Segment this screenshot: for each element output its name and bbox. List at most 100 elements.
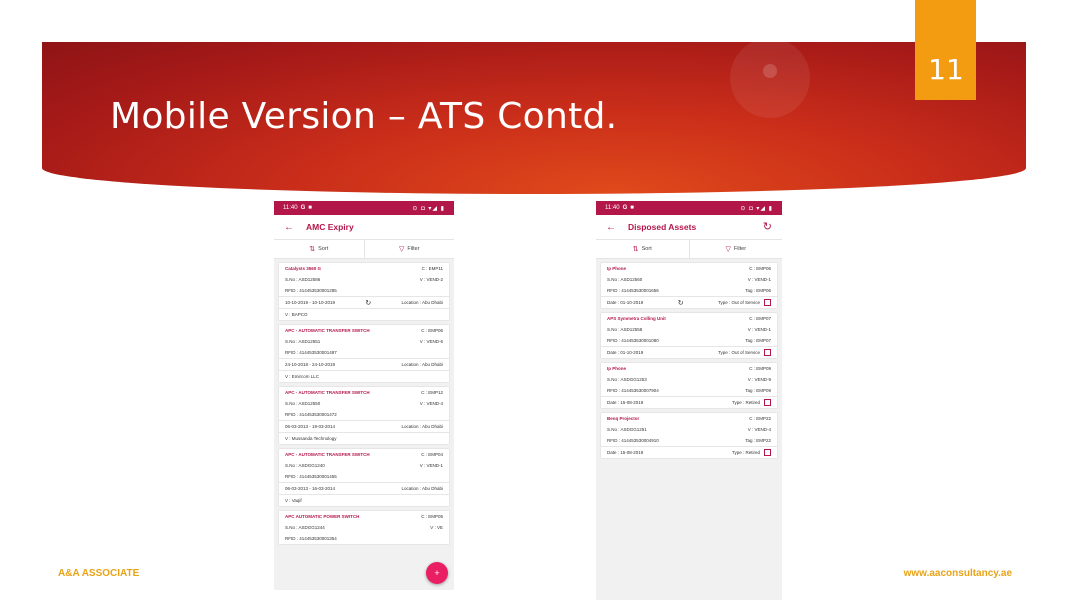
serial-number: S.No : ASD12550 bbox=[285, 401, 321, 406]
asset-code: C : EMP06 bbox=[749, 266, 771, 271]
vendor-code: V : VEND-4 bbox=[747, 427, 771, 432]
refresh-icon[interactable]: ↻ bbox=[763, 220, 772, 233]
list-item[interactable]: APC AUTOMATIC POWER SWITCH C : EMP05 S.No… bbox=[279, 511, 449, 544]
disposal-date: Date : 15-08-2019 bbox=[607, 450, 644, 455]
list-item[interactable]: APC - AUTOMATIC TRANSFER SWITCH C : EMP12… bbox=[279, 387, 449, 444]
filter-label: Filter bbox=[733, 246, 747, 252]
vendor-name: V : BAPCO bbox=[285, 312, 308, 317]
list-item[interactable]: Ip Phone C : EMP09 S.No : ASDGG1253 V : VE… bbox=[601, 363, 777, 408]
refresh-icon[interactable]: ↻ bbox=[678, 299, 684, 307]
asset-list: Catalysts 3560 G C : EMP11 S.No : ASD1258… bbox=[274, 259, 454, 544]
select-checkbox[interactable] bbox=[764, 399, 771, 406]
filter-icon: ▽ bbox=[725, 246, 731, 253]
sort-filter-bar: ⇅ Sort ▽ Filter bbox=[274, 239, 454, 259]
sort-button[interactable]: ⇅ Sort bbox=[274, 240, 364, 258]
disposal-date: Date : 15-08-2019 bbox=[607, 400, 644, 405]
asset-code: C : EMP12 bbox=[421, 390, 443, 395]
asset-name: APC - AUTOMATIC TRANSFER SWITCH bbox=[285, 328, 370, 333]
rfid: RFID : 414453530001472 bbox=[285, 412, 337, 417]
serial-number: S.No : ASDGG1240 bbox=[285, 463, 325, 468]
screen-title: AMC Expiry bbox=[306, 222, 354, 232]
sort-label: Sort bbox=[641, 246, 652, 252]
sort-label: Sort bbox=[318, 246, 329, 252]
asset-code: C : EMP06 bbox=[421, 328, 443, 333]
tag: Tag : EMP06 bbox=[745, 288, 771, 293]
back-arrow-icon[interactable]: ← bbox=[284, 222, 306, 233]
select-checkbox[interactable] bbox=[764, 349, 771, 356]
list-item[interactable]: APC - AUTOMATIC TRANSFER SWITCH C : EMP04… bbox=[279, 449, 449, 506]
location: Location : Abu Dhabi bbox=[401, 486, 443, 491]
asset-name: Benq Projector bbox=[607, 416, 640, 421]
serial-number: S.No : ASDGG1253 bbox=[607, 377, 647, 382]
rfid: RFID : 414453530001285 bbox=[285, 288, 337, 293]
asset-name: Ip Phone bbox=[607, 266, 626, 271]
rfid: RFID : 414453530004910 bbox=[607, 438, 659, 443]
decorative-dot bbox=[763, 64, 777, 78]
vendor-name: V : Mussanda Technology bbox=[285, 436, 337, 441]
add-fab-button[interactable]: + bbox=[426, 562, 448, 584]
serial-number: S.No : ASDGG1251 bbox=[607, 427, 647, 432]
rfid: RFID : 414453530001080 bbox=[607, 338, 659, 343]
disposal-type: Type : Out of Service bbox=[717, 300, 760, 305]
amc-dates: 24-10-2018 - 24-10-2019 bbox=[285, 362, 336, 367]
tag: Tag : EMP22 bbox=[745, 438, 771, 443]
sort-icon: ⇅ bbox=[632, 246, 639, 253]
sort-filter-bar: ⇅ Sort ▽ Filter bbox=[596, 239, 782, 259]
filter-button[interactable]: ▽ Filter bbox=[688, 240, 783, 258]
asset-name: APC - AUTOMATIC TRANSFER SWITCH bbox=[285, 390, 370, 395]
phone-screenshot-amc-expiry: 11:40 G ■ ⊙ ◘ ▾◢ ▮ ← AMC Expiry ⇅ Sort ▽ Fil… bbox=[274, 201, 454, 590]
filter-button[interactable]: ▽ Filter bbox=[363, 240, 455, 258]
rfid: RFID : 414453530001354 bbox=[285, 536, 337, 541]
app-bar: ← Disposed Assets ↻ bbox=[596, 215, 782, 239]
footer-website: www.aaconsultancy.ae bbox=[903, 568, 1012, 579]
phone-screenshot-disposed-assets: 11:40 G ■ ⊙ ◘ ▾◢ ▮ ← Disposed Assets ↻ ⇅ So… bbox=[596, 201, 782, 600]
amc-dates: 10-10-2019 - 10-10-2019 bbox=[285, 300, 336, 305]
rfid: RFID : 414453530007904 bbox=[607, 388, 659, 393]
google-icon: G bbox=[622, 205, 628, 211]
disposal-type: Type : Retired bbox=[731, 400, 760, 405]
serial-number: S.No : ASDGG1244 bbox=[285, 525, 325, 530]
rfid: RFID : 414453530001455 bbox=[285, 474, 337, 479]
asset-name: Ip Phone bbox=[607, 366, 626, 371]
select-checkbox[interactable] bbox=[764, 299, 771, 306]
location: Location : Abu Dhabi bbox=[401, 300, 443, 305]
rfid: RFID : 414453530001487 bbox=[285, 350, 337, 355]
status-icons: ⊙ ◘ ▾◢ ▮ bbox=[412, 205, 445, 212]
sort-button[interactable]: ⇅ Sort bbox=[596, 240, 689, 258]
asset-code: C : EMP05 bbox=[421, 514, 443, 519]
status-time: 11:40 bbox=[283, 205, 298, 211]
back-arrow-icon[interactable]: ← bbox=[606, 222, 628, 233]
asset-name: APC - AUTOMATIC TRANSFER SWITCH bbox=[285, 452, 370, 457]
asset-name: Catalysts 3560 G bbox=[285, 266, 322, 271]
status-bar: 11:40 G ■ ⊙ ◘ ▾◢ ▮ bbox=[274, 201, 454, 215]
serial-number: S.No : ASD12551 bbox=[285, 339, 321, 344]
disposal-date: Date : 01-10-2019 bbox=[607, 350, 644, 355]
vendor-code: V : VEND-1 bbox=[747, 327, 771, 332]
list-item[interactable]: Ip Phone C : EMP06 S.No : ASD12560 V : VEN… bbox=[601, 263, 777, 308]
vendor-name: V : Vaqif bbox=[285, 498, 302, 503]
tag: Tag : EMP07 bbox=[745, 338, 771, 343]
select-checkbox[interactable] bbox=[764, 449, 771, 456]
list-item[interactable]: Catalysts 3560 G C : EMP11 S.No : ASD1258… bbox=[279, 263, 449, 320]
page-number-tab: 11 bbox=[915, 0, 976, 100]
serial-number: S.No : ASD12558 bbox=[607, 327, 643, 332]
vendor-code: V : VEND-6 bbox=[419, 339, 443, 344]
asset-code: C : EMP22 bbox=[749, 416, 771, 421]
asset-name: APC AUTOMATIC POWER SWITCH bbox=[285, 514, 360, 519]
page-number: 11 bbox=[928, 53, 964, 86]
google-icon: G bbox=[300, 205, 306, 211]
vendor-code: V : VEND-1 bbox=[419, 463, 443, 468]
location: Location : Abu Dhabi bbox=[401, 362, 443, 367]
list-item[interactable]: APS Symmetra Colling Unit C : EMP07 S.No … bbox=[601, 313, 777, 358]
list-item[interactable]: Benq Projector C : EMP22 S.No : ASDGG1251… bbox=[601, 413, 777, 458]
disposal-date: Date : 01-10-2019 bbox=[607, 300, 644, 305]
notification-icon: ■ bbox=[308, 205, 312, 211]
asset-code: C : EMP11 bbox=[421, 266, 443, 271]
list-item[interactable]: APC - AUTOMATIC TRANSFER SWITCH C : EMP06… bbox=[279, 325, 449, 382]
asset-code: C : EMP07 bbox=[749, 316, 771, 321]
serial-number: S.No : ASD12586 bbox=[285, 277, 321, 282]
slide-title: Mobile Version – ATS Contd. bbox=[110, 96, 618, 137]
refresh-icon[interactable]: ↻ bbox=[365, 299, 371, 307]
rfid: RFID : 414453530001656 bbox=[607, 288, 659, 293]
disposal-type: Type : Retired bbox=[731, 450, 760, 455]
